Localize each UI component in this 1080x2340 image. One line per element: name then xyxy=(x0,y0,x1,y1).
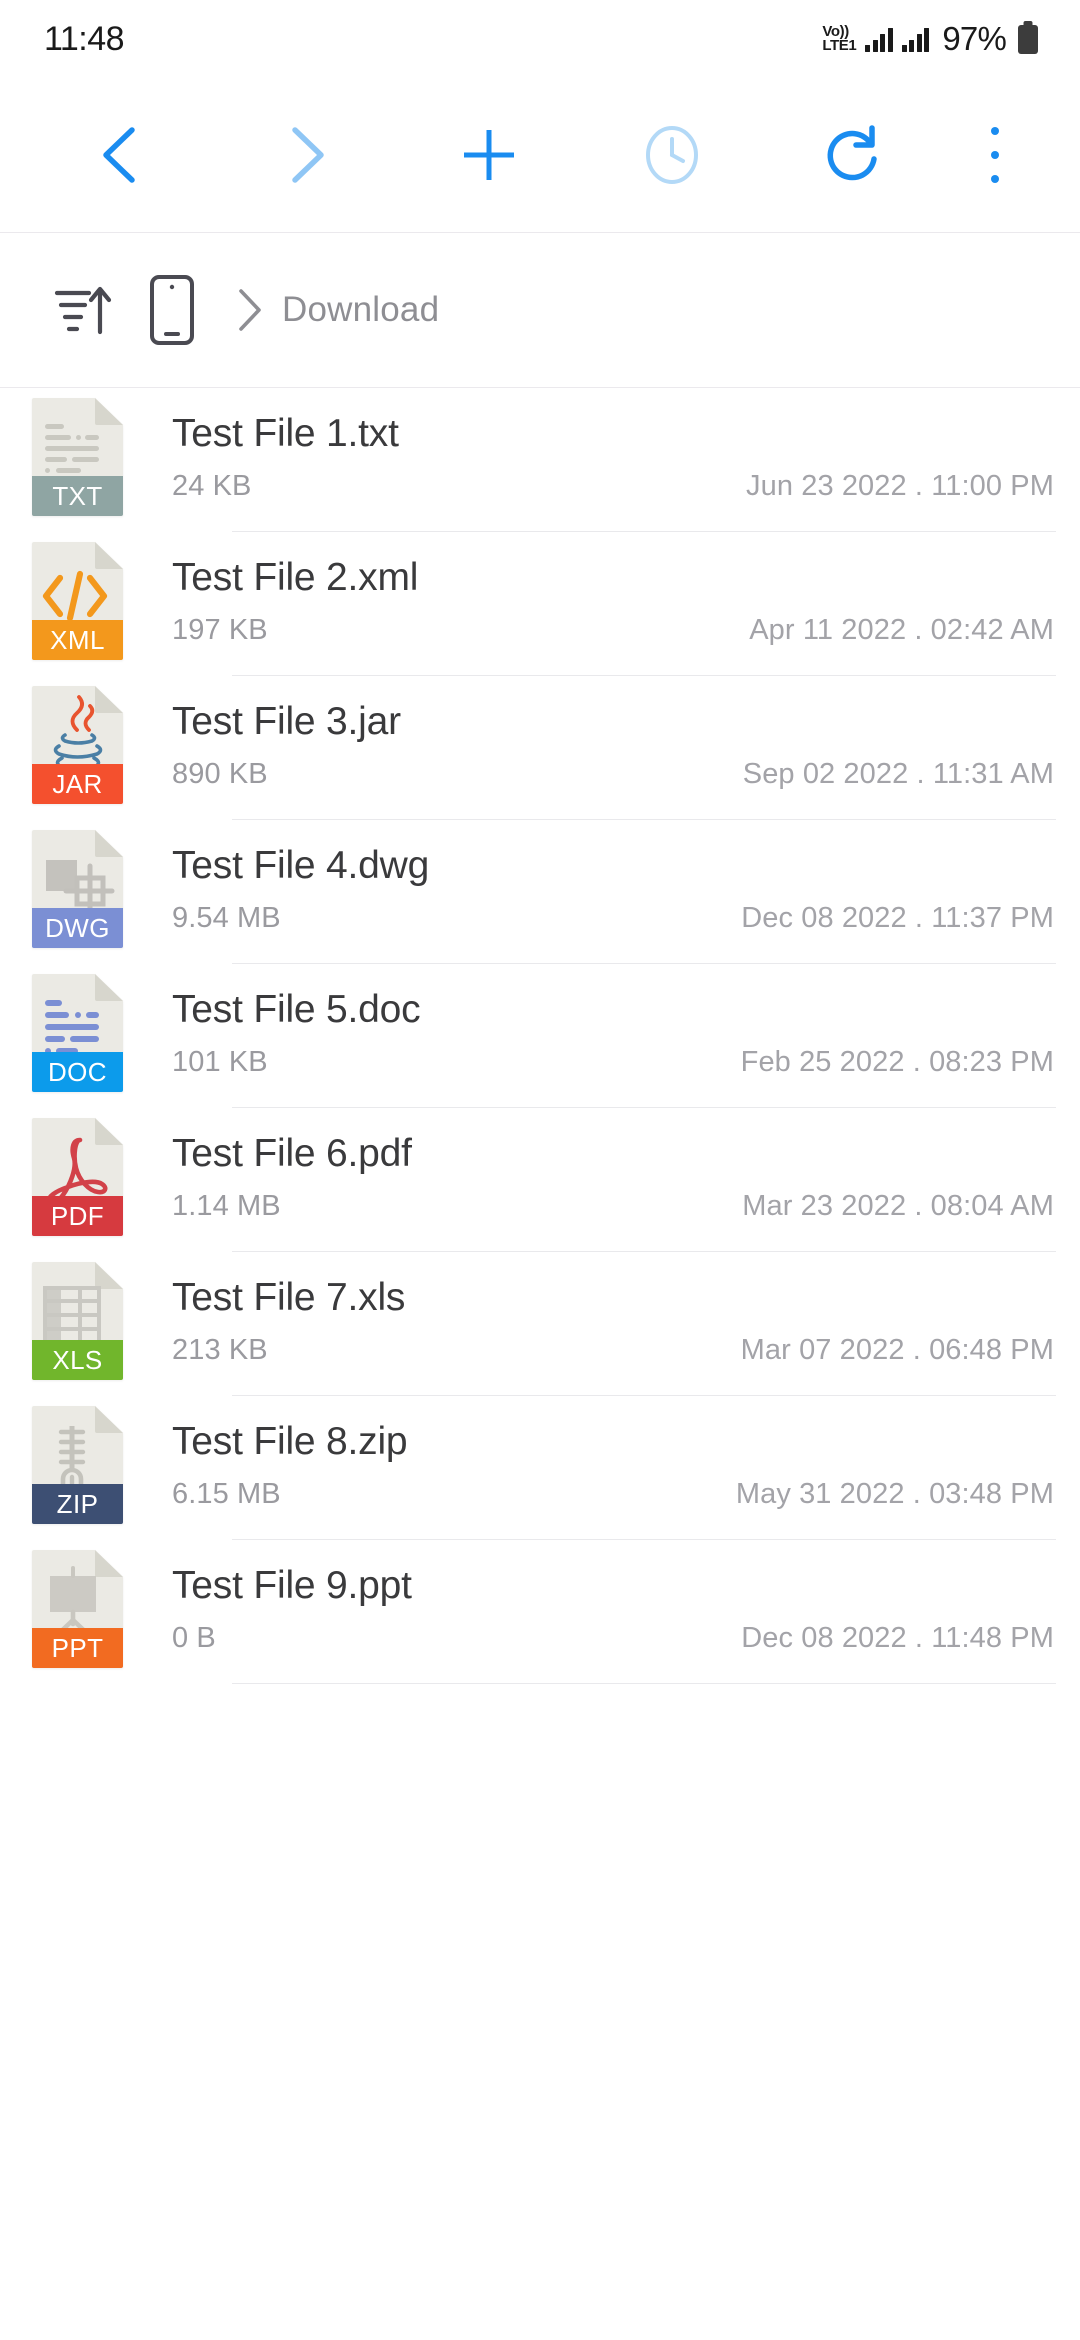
file-size: 6.15 MB xyxy=(172,1478,281,1510)
file-type-badge: TXT xyxy=(32,476,123,516)
file-meta: Test File 9.ppt 0 B Dec 08 2022 . 11:48 … xyxy=(123,1540,1080,1655)
file-row[interactable]: JAR Test File 3.jar 890 KB Sep 02 2022 .… xyxy=(0,676,1080,820)
file-date: Jun 23 2022 . 11:00 PM xyxy=(746,470,1054,502)
file-type-icon-xls: XLS xyxy=(32,1262,123,1380)
file-name: Test File 1.txt xyxy=(172,412,399,455)
file-name: Test File 9.ppt xyxy=(172,1564,412,1607)
file-type-badge: DWG xyxy=(32,908,123,948)
volte-icon: Vo)) LTE1 xyxy=(822,24,857,54)
more-options-button[interactable] xyxy=(947,100,1042,210)
file-row[interactable]: XLS Test File 7.xls 213 KB Mar 07 2022 .… xyxy=(0,1252,1080,1396)
file-size: 24 KB xyxy=(172,470,252,502)
back-button[interactable] xyxy=(30,100,213,210)
file-name: Test File 3.jar xyxy=(172,700,401,743)
file-size: 101 KB xyxy=(172,1046,268,1078)
file-meta: Test File 2.xml 197 KB Apr 11 2022 . 02:… xyxy=(123,532,1080,647)
file-row[interactable]: DWG Test File 4.dwg 9.54 MB Dec 08 2022 … xyxy=(0,820,1080,964)
file-subrow: 890 KB Sep 02 2022 . 11:31 AM xyxy=(172,758,1054,791)
file-type-badge: ZIP xyxy=(32,1484,123,1524)
file-name: Test File 4.dwg xyxy=(172,844,430,887)
file-type-badge: JAR xyxy=(32,764,123,804)
file-meta: Test File 6.pdf 1.14 MB Mar 23 2022 . 08… xyxy=(123,1108,1080,1223)
file-meta: Test File 1.txt 24 KB Jun 23 2022 . 11:0… xyxy=(123,388,1080,503)
file-type-badge: XML xyxy=(32,620,123,660)
file-row[interactable]: PDF Test File 6.pdf 1.14 MB Mar 23 2022 … xyxy=(0,1108,1080,1252)
file-type-icon-jar: JAR xyxy=(32,686,123,804)
file-size: 197 KB xyxy=(172,614,268,646)
file-type-icon-zip: ZIP xyxy=(32,1406,123,1524)
file-subrow: 101 KB Feb 25 2022 . 08:23 PM xyxy=(172,1046,1054,1079)
file-meta: Test File 8.zip 6.15 MB May 31 2022 . 03… xyxy=(123,1396,1080,1511)
file-row[interactable]: DOC Test File 5.doc 101 KB Feb 25 2022 .… xyxy=(0,964,1080,1108)
device-storage-icon[interactable] xyxy=(126,274,218,346)
forward-button[interactable] xyxy=(213,100,396,210)
file-type-icon-ppt: PPT xyxy=(32,1550,123,1668)
file-type-icon-doc: DOC xyxy=(32,974,123,1092)
file-row[interactable]: TXT Test File 1.txt 24 KB Jun 23 2022 . … xyxy=(0,388,1080,532)
file-date: Sep 02 2022 . 11:31 AM xyxy=(742,758,1054,790)
file-name: Test File 8.zip xyxy=(172,1420,408,1463)
file-size: 0 B xyxy=(172,1622,216,1654)
file-date: Feb 25 2022 . 08:23 PM xyxy=(740,1046,1054,1078)
file-size: 890 KB xyxy=(172,758,268,790)
volte-line2: LTE1 xyxy=(822,37,857,54)
row-divider xyxy=(232,1682,1056,1684)
status-bar: 11:48 Vo)) LTE1 97% xyxy=(0,0,1080,78)
file-type-badge: DOC xyxy=(32,1052,123,1092)
file-date: Mar 23 2022 . 08:04 AM xyxy=(742,1190,1054,1222)
file-name: Test File 6.pdf xyxy=(172,1132,412,1175)
toolbar xyxy=(0,78,1080,233)
file-date: Apr 11 2022 . 02:42 AM xyxy=(749,614,1054,646)
file-subrow: 0 B Dec 08 2022 . 11:48 PM xyxy=(172,1622,1054,1655)
battery-icon xyxy=(1018,24,1038,54)
file-size: 213 KB xyxy=(172,1334,268,1366)
file-row[interactable]: PPT Test File 9.ppt 0 B Dec 08 2022 . 11… xyxy=(0,1540,1080,1684)
file-type-icon-xml: XML xyxy=(32,542,123,660)
file-row[interactable]: XML Test File 2.xml 197 KB Apr 11 2022 .… xyxy=(0,532,1080,676)
status-clock: 11:48 xyxy=(44,19,125,58)
file-name: Test File 7.xls xyxy=(172,1276,406,1319)
file-date: Dec 08 2022 . 11:37 PM xyxy=(741,902,1054,934)
file-type-icon-pdf: PDF xyxy=(32,1118,123,1236)
file-meta: Test File 7.xls 213 KB Mar 07 2022 . 06:… xyxy=(123,1252,1080,1367)
file-subrow: 24 KB Jun 23 2022 . 11:00 PM xyxy=(172,470,1054,503)
file-subrow: 6.15 MB May 31 2022 . 03:48 PM xyxy=(172,1478,1054,1511)
file-name: Test File 5.doc xyxy=(172,988,421,1031)
recent-files-button[interactable] xyxy=(580,100,763,210)
signal-strength-icon-sim1 xyxy=(865,27,893,52)
file-type-badge: PPT xyxy=(32,1628,123,1668)
breadcrumb: Download xyxy=(0,233,1080,388)
file-list: TXT Test File 1.txt 24 KB Jun 23 2022 . … xyxy=(0,388,1080,1684)
file-subrow: 213 KB Mar 07 2022 . 06:48 PM xyxy=(172,1334,1054,1367)
breadcrumb-chevron-icon xyxy=(218,285,282,335)
file-type-icon-dwg: DWG xyxy=(32,830,123,948)
sort-icon[interactable] xyxy=(40,281,126,339)
signal-strength-icon-sim2 xyxy=(901,27,930,52)
file-size: 1.14 MB xyxy=(172,1190,281,1222)
file-subrow: 197 KB Apr 11 2022 . 02:42 AM xyxy=(172,614,1054,647)
file-date: Mar 07 2022 . 06:48 PM xyxy=(740,1334,1054,1366)
refresh-button[interactable] xyxy=(764,100,947,210)
file-row[interactable]: ZIP Test File 8.zip 6.15 MB May 31 2022 … xyxy=(0,1396,1080,1540)
file-date: May 31 2022 . 03:48 PM xyxy=(735,1478,1054,1510)
battery-percent-label: 97% xyxy=(942,20,1006,57)
file-meta: Test File 3.jar 890 KB Sep 02 2022 . 11:… xyxy=(123,676,1080,791)
file-date: Dec 08 2022 . 11:48 PM xyxy=(741,1622,1054,1654)
file-type-icon-txt: TXT xyxy=(32,398,123,516)
file-type-badge: PDF xyxy=(32,1196,123,1236)
file-size: 9.54 MB xyxy=(172,902,281,934)
file-subrow: 1.14 MB Mar 23 2022 . 08:04 AM xyxy=(172,1190,1054,1223)
file-name: Test File 2.xml xyxy=(172,556,419,599)
file-subrow: 9.54 MB Dec 08 2022 . 11:37 PM xyxy=(172,902,1054,935)
file-type-badge: XLS xyxy=(32,1340,123,1380)
breadcrumb-path-label[interactable]: Download xyxy=(282,290,439,330)
add-new-button[interactable] xyxy=(397,100,580,210)
status-indicators: Vo)) LTE1 97% xyxy=(822,20,1038,58)
file-meta: Test File 4.dwg 9.54 MB Dec 08 2022 . 11… xyxy=(123,820,1080,935)
file-meta: Test File 5.doc 101 KB Feb 25 2022 . 08:… xyxy=(123,964,1080,1079)
